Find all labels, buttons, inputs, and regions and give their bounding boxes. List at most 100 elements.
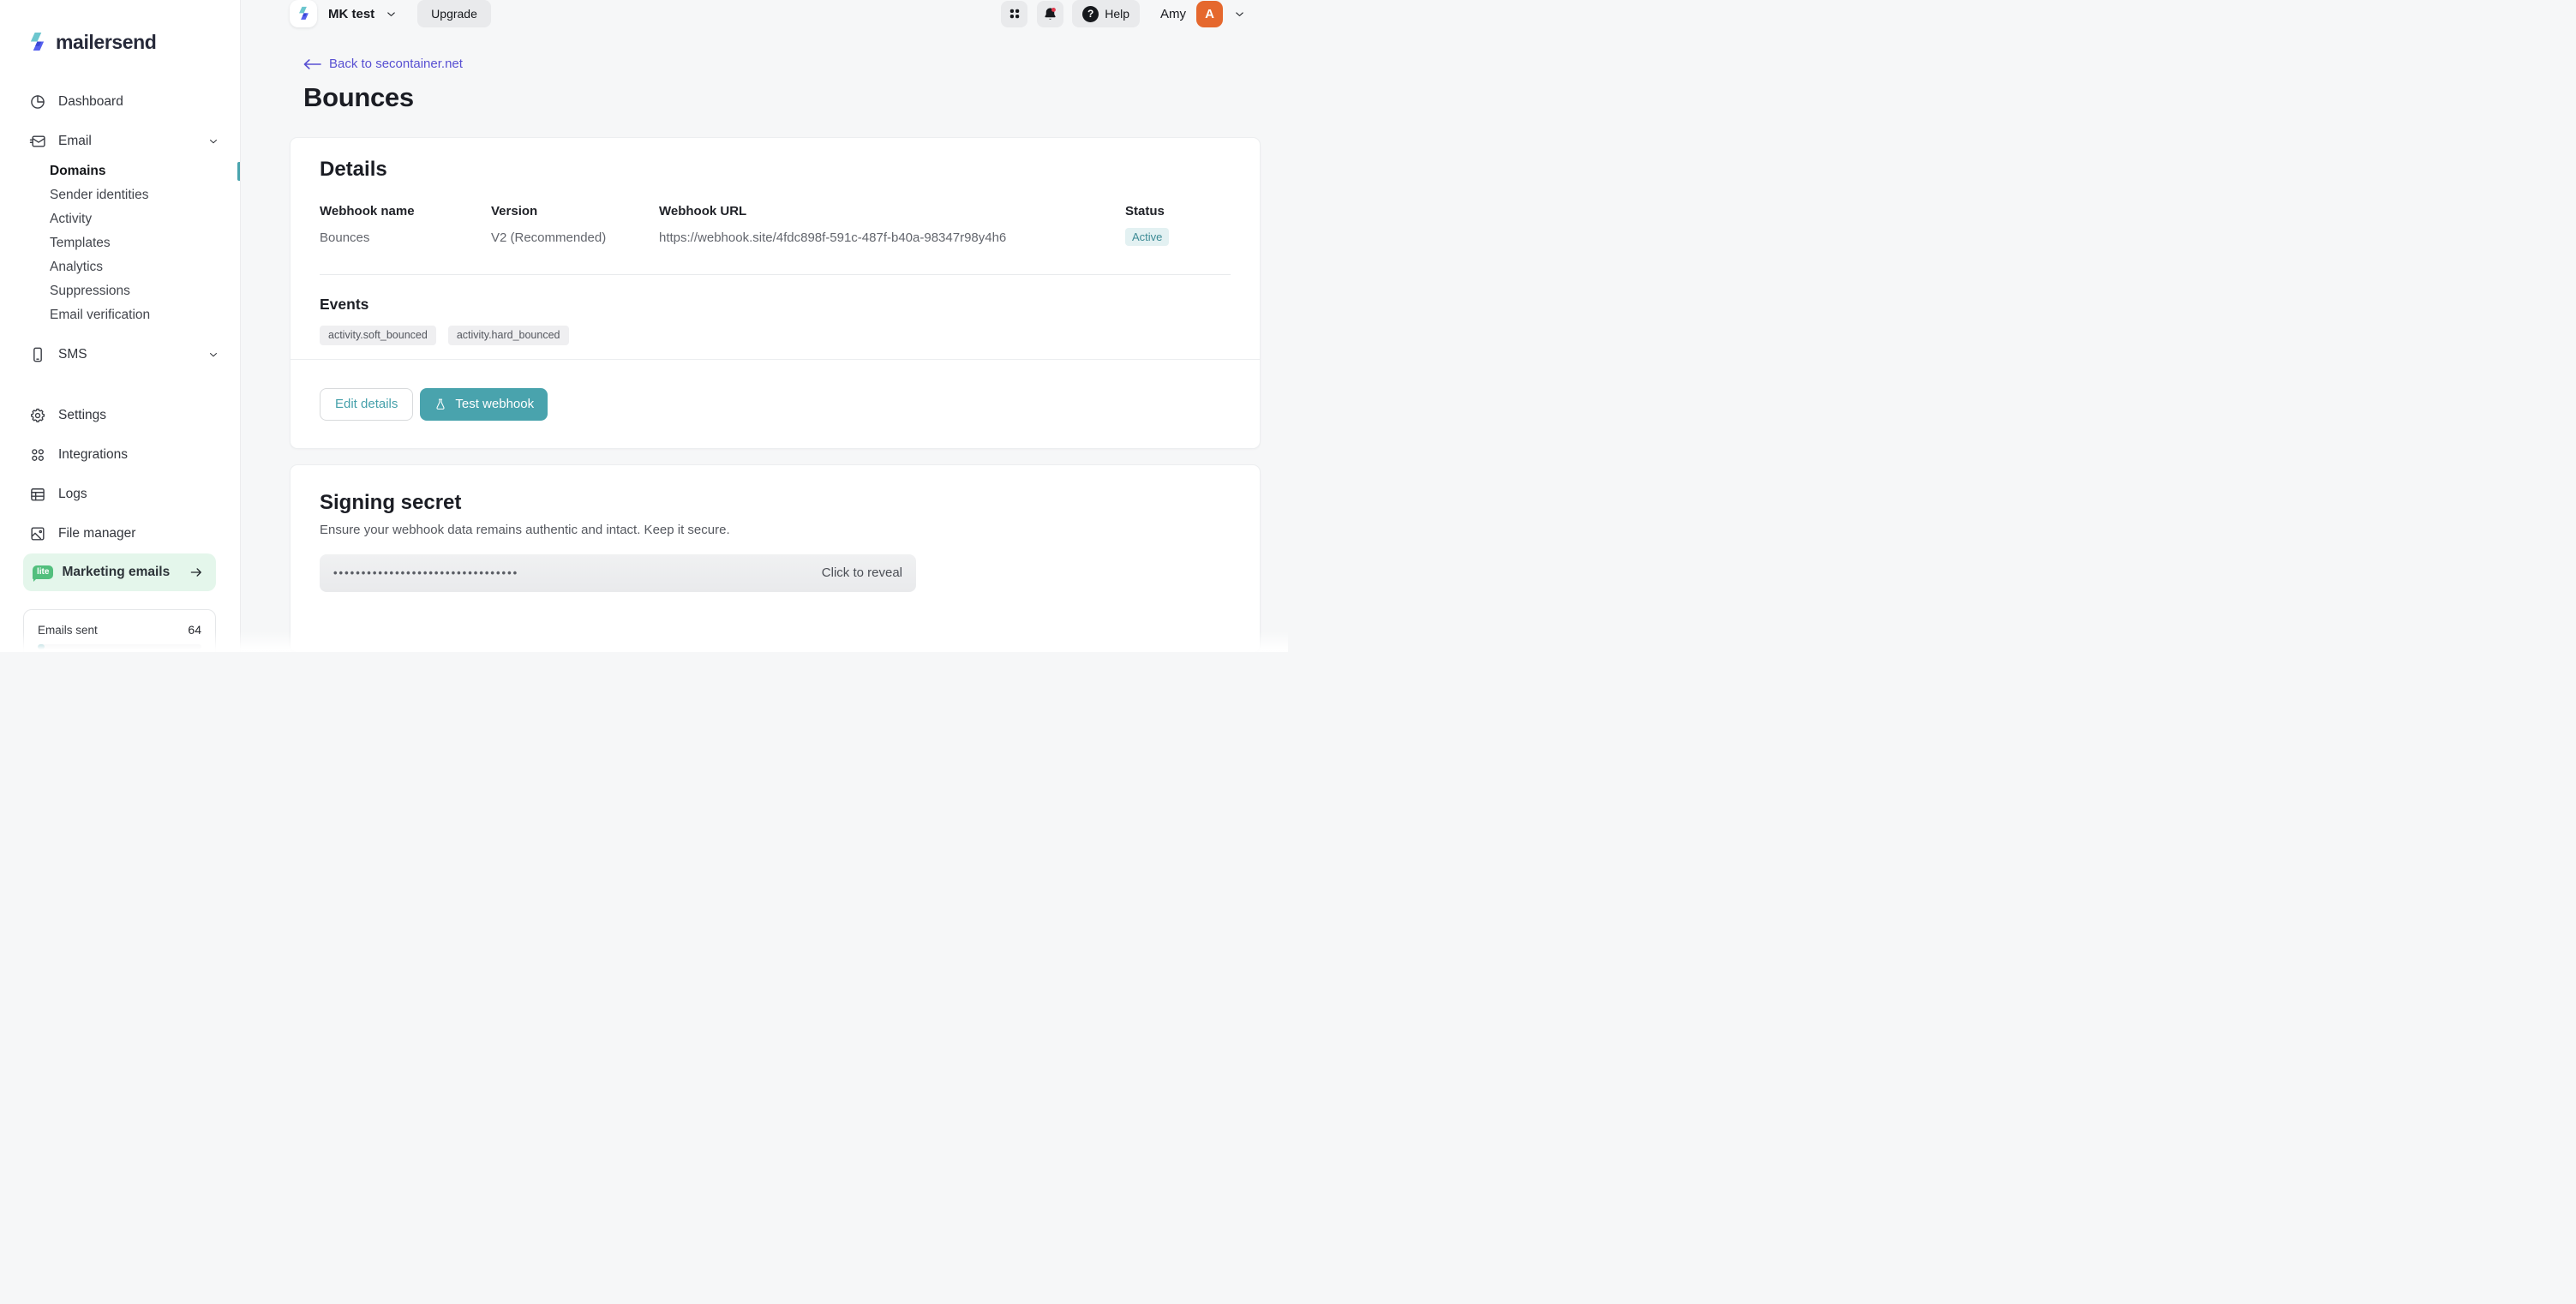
chevron-down-icon[interactable] — [385, 8, 398, 21]
divider — [320, 274, 1231, 275]
main-area: MK test Upgrade — [241, 0, 1288, 652]
bell-icon — [1042, 6, 1058, 22]
image-icon — [28, 524, 47, 543]
field-label: Webhook URL — [659, 204, 1125, 218]
edit-details-button[interactable]: Edit details — [320, 388, 413, 421]
sidebar-item-email[interactable]: Email — [0, 122, 240, 161]
sidebar-item-label: Templates — [50, 236, 111, 251]
avatar[interactable]: A — [1196, 1, 1223, 27]
emails-sent-progress — [38, 644, 201, 649]
page-content: Back to secontainer.net Bounces Details … — [241, 27, 1288, 652]
user-name: Amy — [1160, 7, 1186, 21]
lite-badge: lite — [33, 565, 53, 579]
signing-secret-card: Signing secret Ensure your webhook data … — [290, 464, 1261, 653]
sidebar-item-label: Dashboard — [58, 94, 123, 110]
event-chip: activity.hard_bounced — [448, 326, 569, 345]
page-title: Bounces — [303, 82, 1261, 113]
sidebar-item-activity[interactable]: Activity — [0, 207, 240, 231]
sidebar-item-label: Analytics — [50, 260, 103, 275]
field-webhook-url: Webhook URL https://webhook.site/4fdc898… — [659, 204, 1125, 246]
brand-wordmark: mailersend — [56, 31, 156, 54]
field-version: Version V2 (Recommended) — [491, 204, 659, 246]
emails-sent-value: 64 — [188, 623, 201, 637]
apps-grid-icon — [1007, 6, 1022, 21]
integrations-icon — [28, 446, 47, 464]
event-chips: activity.soft_bounced activity.hard_boun… — [320, 326, 1231, 345]
sidebar-item-templates[interactable]: Templates — [0, 231, 240, 255]
signing-secret-title: Signing secret — [320, 491, 1231, 515]
sidebar-item-label: File manager — [58, 526, 135, 541]
sidebar-item-dashboard[interactable]: Dashboard — [0, 82, 240, 122]
usage-card: Emails sent 64 — [23, 609, 216, 652]
field-label: Status — [1125, 204, 1231, 218]
email-submenu: Domains Sender identities Activity Templ… — [0, 159, 240, 327]
marketing-emails-label: Marketing emails — [62, 565, 170, 580]
sidebar-item-sender-identities[interactable]: Sender identities — [0, 183, 240, 207]
arrow-right-icon — [189, 565, 204, 580]
details-card-title: Details — [320, 158, 1231, 182]
flask-icon — [434, 398, 447, 411]
sidebar-item-logs[interactable]: Logs — [0, 475, 240, 514]
emails-sent-progress-fill — [38, 644, 45, 649]
sidebar-item-label: Integrations — [58, 447, 128, 463]
click-to-reveal-label: Click to reveal — [822, 565, 902, 580]
field-status: Status Active — [1125, 204, 1231, 246]
pie-chart-icon — [28, 93, 47, 111]
events-title: Events — [320, 296, 1231, 314]
sidebar-item-settings[interactable]: Settings — [0, 396, 240, 435]
sidebar-item-label: Email — [58, 134, 92, 149]
sidebar-item-domains[interactable]: Domains — [0, 159, 240, 183]
status-badge: Active — [1125, 228, 1169, 246]
sidebar-item-label: Settings — [58, 408, 106, 423]
chevron-down-icon — [207, 135, 219, 147]
help-button[interactable]: ? Help — [1072, 0, 1140, 27]
upgrade-button[interactable]: Upgrade — [417, 0, 491, 27]
mailersend-app: mailersend Dashboard Email Dom — [0, 0, 1288, 652]
sidebar-item-label: Activity — [50, 212, 92, 227]
topbar-right: ? Help Amy A — [1001, 0, 1246, 27]
field-label: Version — [491, 204, 659, 218]
chevron-down-icon[interactable] — [1233, 8, 1246, 21]
table-icon — [28, 485, 47, 504]
sidebar-item-label: SMS — [58, 347, 87, 362]
field-value: https://webhook.site/4fdc898f-591c-487f-… — [659, 230, 1125, 245]
sidebar: mailersend Dashboard Email Dom — [0, 0, 241, 652]
smartphone-icon — [28, 345, 47, 364]
apps-grid-button[interactable] — [1001, 1, 1027, 27]
active-indicator — [237, 162, 240, 181]
signing-secret-description: Ensure your webhook data remains authent… — [320, 523, 1231, 537]
details-card-footer: Edit details Test webhook — [291, 359, 1260, 448]
field-webhook-name: Webhook name Bounces — [320, 204, 491, 246]
sidebar-item-email-verification[interactable]: Email verification — [0, 303, 240, 327]
chevron-down-icon — [207, 349, 219, 361]
field-label: Webhook name — [320, 204, 491, 218]
envelope-icon — [28, 132, 47, 151]
topbar: MK test Upgrade — [241, 0, 1288, 27]
question-mark-icon: ? — [1082, 6, 1099, 22]
sidebar-item-sms[interactable]: SMS — [0, 335, 240, 374]
sidebar-item-file-manager[interactable]: File manager — [0, 514, 240, 553]
details-card: Details Webhook name Bounces Version V2 … — [290, 137, 1261, 449]
sidebar-item-label: Domains — [50, 164, 105, 179]
back-link[interactable]: Back to secontainer.net — [303, 57, 463, 71]
signing-secret-field[interactable]: ••••••••••••••••••••••••••••••••• Click … — [320, 554, 916, 592]
workspace-logo-tile — [290, 0, 317, 27]
workspace-selector[interactable]: MK test — [328, 7, 374, 21]
sidebar-nav: Dashboard Email Domains Sender identitie… — [0, 82, 240, 652]
sidebar-item-marketing-emails[interactable]: lite Marketing emails — [23, 553, 216, 591]
sidebar-item-label: Logs — [58, 487, 87, 502]
notifications-button[interactable] — [1037, 1, 1063, 27]
sidebar-item-integrations[interactable]: Integrations — [0, 435, 240, 475]
back-arrow-icon — [303, 59, 321, 69]
sidebar-item-suppressions[interactable]: Suppressions — [0, 279, 240, 303]
field-value: V2 (Recommended) — [491, 230, 659, 245]
brand-logo: mailersend — [28, 31, 240, 54]
webhook-fields: Webhook name Bounces Version V2 (Recomme… — [320, 204, 1231, 246]
mailersend-logo-icon — [28, 31, 46, 54]
test-webhook-button[interactable]: Test webhook — [420, 388, 548, 421]
sidebar-item-analytics[interactable]: Analytics — [0, 255, 240, 279]
test-webhook-label: Test webhook — [455, 397, 534, 411]
event-chip: activity.soft_bounced — [320, 326, 436, 345]
notification-dot — [1051, 7, 1056, 11]
masked-secret: ••••••••••••••••••••••••••••••••• — [333, 566, 518, 579]
